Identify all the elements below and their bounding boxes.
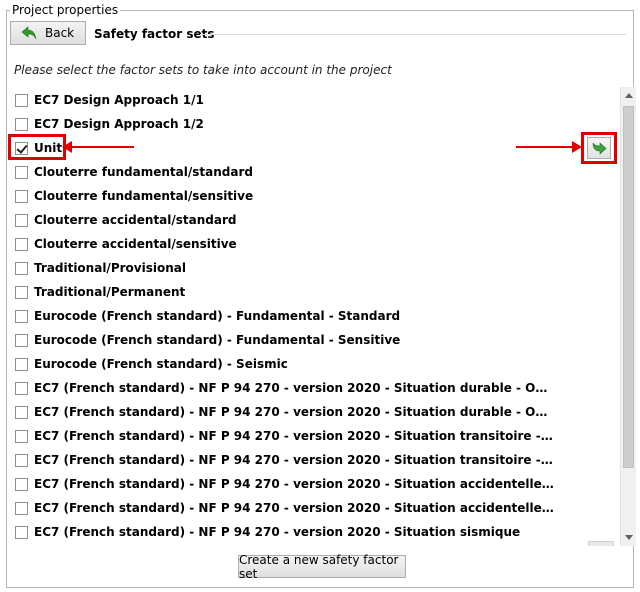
scroll-down-button[interactable] [621,529,637,546]
factor-set-label: Clouterre accidental/standard [34,213,237,227]
factor-set-item[interactable]: Clouterre accidental/standard [10,208,237,232]
factor-set-label: EC7 (French standard) - NF P 94 270 - ve… [34,405,554,419]
checkbox[interactable] [15,477,28,491]
checkbox[interactable] [15,357,28,371]
go-arrow-icon [592,142,607,155]
section-divider [200,34,626,35]
factor-set-item[interactable]: Clouterre fundamental/standard [10,160,253,184]
factor-set-item[interactable]: EC7 (French standard) - NF P 94 270 - ve… [10,376,554,400]
checkbox[interactable] [15,261,28,275]
factor-set-item[interactable]: EC7 (French standard) - NF P 94 270 - ve… [10,520,520,544]
factor-set-item[interactable]: Eurocode (French standard) - Fundamental… [10,304,400,328]
factor-set-label: Clouterre accidental/sensitive [34,237,237,251]
factor-set-label: Clouterre fundamental/standard [34,165,253,179]
checkbox[interactable] [15,405,28,419]
checkbox[interactable] [15,117,28,131]
factor-set-item[interactable]: Eurocode (French standard) - Fundamental… [10,328,400,352]
factor-set-label: Eurocode (French standard) - Fundamental… [34,333,401,347]
factor-set-item[interactable]: EC7 (French standard) - NF P 94 270 - ve… [10,496,554,520]
checkbox[interactable] [15,525,28,539]
checkbox[interactable] [15,237,28,251]
factor-set-label: EC7 (French standard) - NF P 94 270 - ve… [34,381,554,395]
factor-set-item[interactable]: EC7 Design Approach 1/1 [10,88,204,112]
back-arrow-icon [21,26,37,40]
factor-set-item[interactable]: Clouterre fundamental/sensitive [10,184,253,208]
section-title: Safety factor sets [94,27,215,41]
factor-set-label: Traditional/Permanent [34,285,186,299]
back-button[interactable]: Back [10,21,86,45]
factor-set-label: EC7 Design Approach 1/1 [34,93,204,107]
create-safety-factor-set-button[interactable]: Create a new safety factor set [238,553,406,581]
checkbox[interactable] [15,165,28,179]
factor-set-label: EC7 (French standard) - NF P 94 270 - ve… [34,525,521,539]
group-title: Project properties [10,3,121,17]
checkbox[interactable] [15,189,28,203]
checkbox[interactable] [15,453,28,467]
factor-set-label: EC7 (French standard) - NF P 94 270 - ve… [34,453,554,467]
partial-row-control [588,541,614,546]
annotation-arrow-right [516,141,582,153]
checkbox[interactable] [15,93,28,107]
factor-set-label: EC7 Design Approach 1/2 [34,117,204,131]
go-highlight-box [581,132,617,164]
factor-set-item[interactable]: EC7 (French standard) - NF P 94 270 - ve… [10,400,554,424]
factor-set-label: Eurocode (French standard) - Seismic [34,357,288,371]
factor-set-label: EC7 (French standard) - NF P 94 270 - ve… [34,477,554,491]
go-button[interactable] [587,137,611,159]
factor-set-item[interactable]: EC7 (French standard) - NF P 94 270 - ve… [10,448,554,472]
factor-set-list: EC7 Design Approach 1/1 EC7 Design Approa… [10,88,618,546]
list-scrollbar[interactable] [620,87,636,546]
factor-set-label: EC7 (French standard) - NF P 94 270 - ve… [34,501,554,515]
factor-set-item[interactable]: Traditional/Permanent [10,280,185,304]
back-button-label: Back [45,26,75,40]
unit-highlight-box [8,134,66,160]
instruction-text: Please select the factor sets to take in… [14,63,392,77]
factor-set-label: Clouterre fundamental/sensitive [34,189,254,203]
checkbox[interactable] [15,501,28,515]
factor-set-item[interactable]: EC7 (French standard) - NF P 94 270 - ve… [10,472,554,496]
factor-set-label: Traditional/Provisional [34,261,186,275]
scroll-up-button[interactable] [621,87,637,104]
checkbox[interactable] [15,429,28,443]
checkbox[interactable] [15,213,28,227]
factor-set-item[interactable]: EC7 Design Approach 1/2 [10,112,204,136]
checkbox[interactable] [15,381,28,395]
factor-set-item[interactable]: Traditional/Provisional [10,256,186,280]
factor-set-item[interactable]: EC7 (French standard) - NF P 94 270 - ve… [10,424,554,448]
factor-set-label: EC7 (French standard) - NF P 94 270 - ve… [34,429,554,443]
annotation-arrow-left [62,141,134,153]
factor-set-label: Eurocode (French standard) - Fundamental… [34,309,401,323]
scroll-thumb[interactable] [623,106,634,468]
checkbox[interactable] [15,333,28,347]
factor-set-item[interactable]: Clouterre accidental/sensitive [10,232,237,256]
checkbox[interactable] [15,309,28,323]
factor-set-item[interactable]: Eurocode (French standard) - Seismic [10,352,288,376]
checkbox[interactable] [15,285,28,299]
